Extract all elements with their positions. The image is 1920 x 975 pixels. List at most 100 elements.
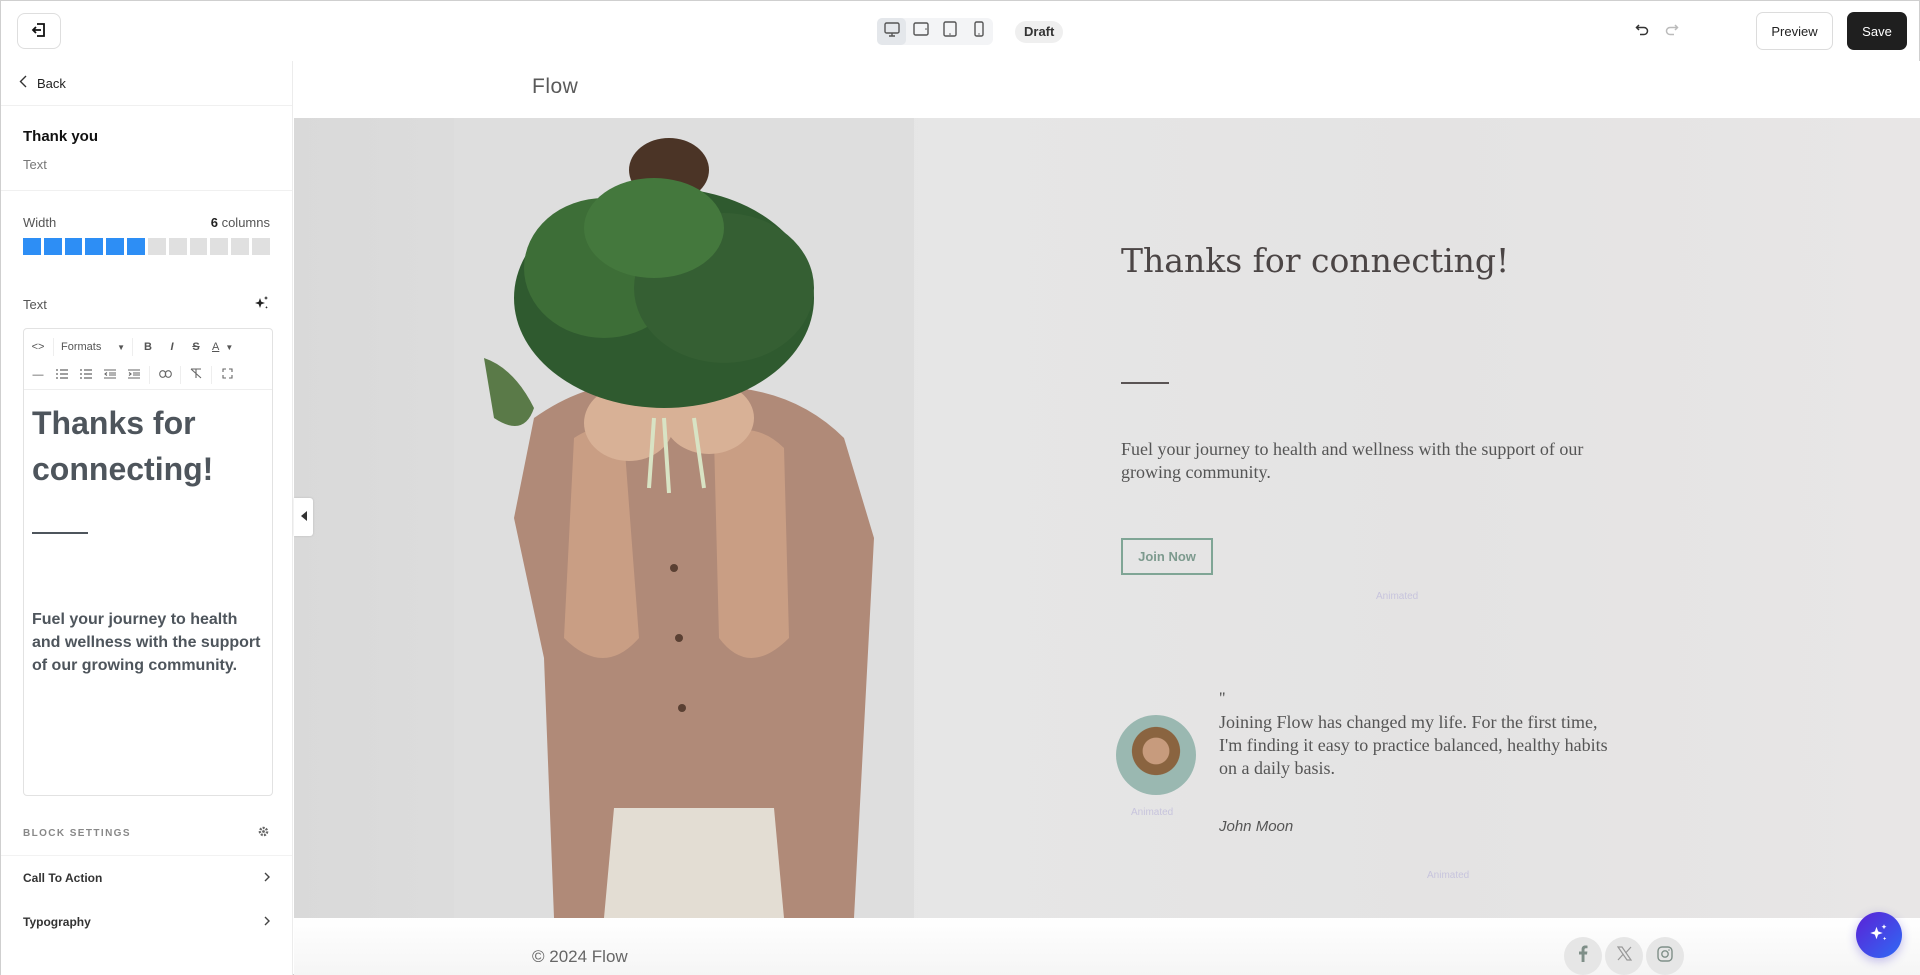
facebook-icon	[1578, 945, 1588, 967]
bold-button[interactable]: B	[137, 335, 159, 359]
indent-icon	[128, 368, 140, 382]
site-footer: © 2024 Flow	[294, 918, 1920, 975]
preview-button[interactable]: Preview	[1756, 12, 1833, 50]
device-switcher	[877, 18, 993, 45]
save-button[interactable]: Save	[1847, 12, 1907, 50]
undo-button[interactable]	[1631, 21, 1653, 43]
settings-item-typography[interactable]: Typography	[1, 900, 292, 944]
column-segment[interactable]	[189, 238, 208, 255]
column-segment[interactable]	[23, 238, 41, 255]
status-badge: Draft	[1015, 21, 1064, 43]
block-settings-header: BLOCK SETTINGS	[1, 812, 292, 856]
device-tablet-landscape-button[interactable]	[906, 18, 935, 45]
thank-you-section[interactable]: Thanks for connecting! Fuel your journey…	[294, 118, 1920, 918]
site-header: Flow	[294, 61, 1920, 118]
formats-label: Formats	[61, 341, 102, 353]
collapse-sidebar-button[interactable]	[294, 498, 313, 536]
column-segment[interactable]	[64, 238, 83, 255]
text-color-icon: A	[212, 341, 220, 353]
redo-button[interactable]	[1661, 21, 1683, 43]
code-icon: <>	[31, 341, 45, 353]
instagram-link[interactable]	[1646, 937, 1684, 975]
block-type: Text	[23, 157, 47, 172]
caret-down-icon: ▼	[225, 342, 234, 352]
column-segment[interactable]	[168, 238, 187, 255]
block-settings-label: BLOCK SETTINGS	[23, 828, 131, 839]
chevron-right-icon	[264, 915, 270, 929]
exit-editor-button[interactable]	[17, 13, 61, 49]
horizontal-rule-icon: —	[32, 369, 44, 381]
text-field-label: Text	[23, 297, 47, 312]
width-label: Width	[23, 215, 57, 230]
formats-dropdown[interactable]: Formats ▼	[58, 335, 128, 359]
exit-editor-icon	[31, 22, 47, 41]
column-segment[interactable]	[106, 238, 125, 255]
column-segment[interactable]	[231, 238, 250, 255]
testimonial-avatar	[1116, 715, 1196, 795]
rich-text-editor: <> Formats ▼ B I S A ▼ — Thanks for conn…	[23, 328, 273, 796]
width-setting: Width 6 columns	[1, 191, 292, 255]
x-link[interactable]	[1605, 937, 1643, 975]
editor-content[interactable]: Thanks for connecting! Fuel your journey…	[24, 390, 272, 687]
facebook-link[interactable]	[1564, 937, 1602, 975]
device-mobile-button[interactable]	[964, 18, 993, 45]
link-button[interactable]	[154, 363, 176, 387]
column-segment[interactable]	[252, 238, 270, 255]
settings-item-call-to-action[interactable]: Call To Action	[1, 856, 292, 900]
tablet-portrait-icon	[942, 21, 957, 42]
column-segment[interactable]	[43, 238, 62, 255]
bullet-list-icon	[56, 368, 68, 382]
join-now-button[interactable]: Join Now	[1121, 538, 1213, 575]
testimonial-quote[interactable]: Joining Flow has changed my life. For th…	[1219, 711, 1609, 780]
hero-title[interactable]: Thanks for connecting!	[1121, 241, 1509, 280]
width-value: 6 columns	[210, 215, 270, 230]
clear-formatting-button[interactable]	[185, 363, 207, 387]
desktop-icon	[883, 21, 900, 42]
horizontal-rule-button[interactable]: —	[27, 363, 49, 387]
sparkle-icon[interactable]	[254, 295, 270, 314]
testimonial-author[interactable]: John Moon	[1219, 818, 1293, 835]
column-segment[interactable]	[210, 238, 229, 255]
column-segment[interactable]	[147, 238, 166, 255]
clear-formatting-icon	[190, 368, 202, 382]
strikethrough-button[interactable]: S	[185, 335, 207, 359]
chevron-right-icon	[264, 871, 270, 885]
italic-button[interactable]: I	[161, 335, 183, 359]
hero-text[interactable]: Fuel your journey to health and wellness…	[1121, 438, 1591, 484]
editor-paragraph: Fuel your journey to health and wellness…	[32, 611, 261, 674]
numbered-list-icon	[80, 368, 92, 382]
block-header: Thank you Text	[1, 106, 292, 191]
column-segment[interactable]	[127, 238, 145, 255]
italic-icon: I	[170, 341, 174, 353]
copyright-text: © 2024 Flow	[532, 947, 628, 966]
back-button[interactable]: Back	[1, 61, 292, 106]
toolbar-divider	[180, 366, 181, 384]
text-color-button[interactable]: A ▼	[209, 335, 236, 359]
column-segment[interactable]	[85, 238, 104, 255]
editor-heading: Thanks for connecting!	[32, 405, 214, 487]
ai-assistant-button[interactable]	[1856, 912, 1902, 958]
gear-icon[interactable]	[257, 825, 270, 843]
device-desktop-button[interactable]	[877, 18, 906, 45]
indent-button[interactable]	[123, 363, 145, 387]
animated-label: Animated	[1427, 870, 1470, 881]
top-toolbar: Draft Preview Save	[1, 1, 1919, 61]
undo-icon	[1635, 23, 1649, 42]
quote-mark: "	[1219, 690, 1226, 707]
caret-left-icon	[300, 508, 307, 526]
numbered-list-button[interactable]	[75, 363, 97, 387]
x-icon	[1616, 946, 1632, 966]
sparkle-icon	[1869, 923, 1889, 948]
site-logo[interactable]: Flow	[532, 75, 578, 99]
source-code-button[interactable]: <>	[27, 335, 49, 359]
settings-item-label: Call To Action	[23, 871, 103, 885]
fullscreen-button[interactable]	[216, 363, 238, 387]
device-tablet-portrait-button[interactable]	[935, 18, 964, 45]
column-width-selector[interactable]	[23, 238, 270, 255]
outdent-button[interactable]	[99, 363, 121, 387]
instagram-icon	[1657, 945, 1673, 967]
outdent-icon	[104, 368, 116, 382]
block-title: Thank you	[23, 128, 99, 145]
bullet-list-button[interactable]	[51, 363, 73, 387]
back-label: Back	[37, 75, 66, 91]
